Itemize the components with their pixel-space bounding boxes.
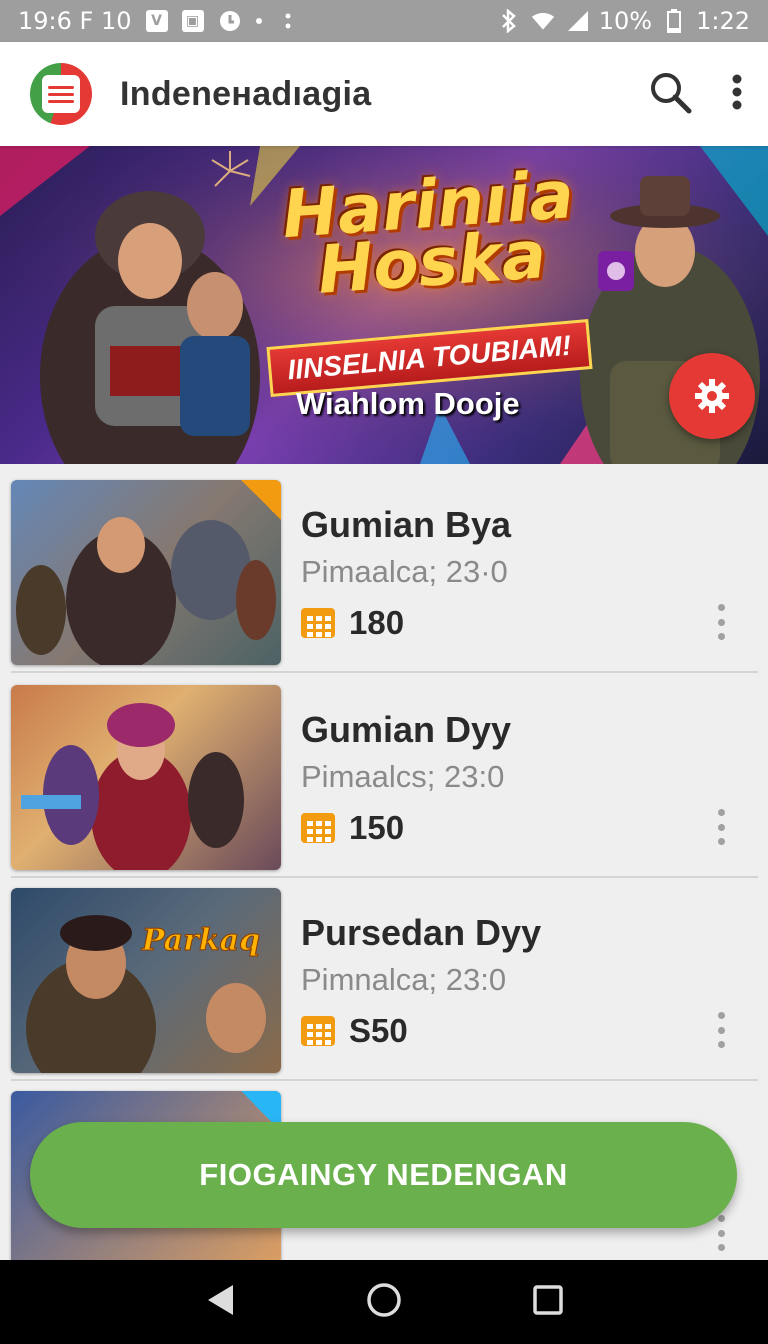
search-icon[interactable] <box>648 70 692 119</box>
item-title: Pursedan Dyy <box>301 912 542 953</box>
app-bar: Indeneнadıagia <box>0 42 768 146</box>
item-subtitle: Pimaalcs; 23:0 <box>301 759 505 794</box>
hero-title: Harinıia Hoska <box>271 156 588 309</box>
more-vert-icon[interactable] <box>732 74 742 115</box>
item-price-value: 180 <box>349 604 405 641</box>
wifi-icon <box>531 9 555 33</box>
hero-banner[interactable]: Harinıia Hoska IINSELNIA TOUBIAM! Wiahlo… <box>0 146 768 464</box>
more-vert-icon[interactable] <box>711 1215 731 1251</box>
primary-action-button[interactable]: FIOGAINGY NEDENGAN <box>30 1122 737 1228</box>
app-logo-icon[interactable] <box>30 63 92 125</box>
item-price: 180 <box>301 604 404 642</box>
list-item[interactable]: Gumian Dyy Pimaalcs; 23:0 150 <box>0 669 768 878</box>
list-item[interactable]: Gumian Bya Pimaalca; 23·0 180 <box>0 464 768 673</box>
recents-icon[interactable] <box>532 1284 563 1320</box>
item-title: Gumian Dyy <box>301 709 512 750</box>
notification-image-icon: ▣ <box>181 10 204 32</box>
item-price-value: S50 <box>349 1012 408 1049</box>
hero-subtitle: Wiahlom Dooje <box>296 386 520 421</box>
item-price-value: 150 <box>349 809 405 846</box>
status-bar: 19:6 F 10 V ▣ 10% 1:22 <box>0 0 768 42</box>
battery-percent: 10% <box>598 7 653 35</box>
notification-dot-icon <box>255 18 262 24</box>
back-icon[interactable] <box>205 1283 235 1322</box>
system-nav-bar <box>0 1260 768 1344</box>
more-vert-icon[interactable] <box>711 809 731 845</box>
item-price: 150 <box>301 809 404 847</box>
notification-circle-icon <box>218 9 242 33</box>
app-title: Indeneнadıagia <box>120 74 372 113</box>
more-vert-icon[interactable] <box>711 1012 731 1048</box>
status-time-left: 19:6 F 10 <box>18 7 132 35</box>
more-vert-icon[interactable] <box>711 604 731 640</box>
item-subtitle: Pimnalca; 23:0 <box>301 962 507 997</box>
signal-icon <box>565 9 589 33</box>
calendar-icon <box>301 1016 335 1046</box>
bluetooth-icon <box>497 9 521 33</box>
calendar-icon <box>301 608 335 638</box>
settings-gear-icon[interactable] <box>669 353 755 439</box>
list-item[interactable]: Parkaq Pursedan Dyy Pimnalca; 23:0 S50 <box>0 872 768 1081</box>
svg-text:Parkaq: Parkaq <box>141 923 260 958</box>
home-icon[interactable] <box>366 1282 402 1323</box>
battery-icon <box>662 9 686 33</box>
item-thumbnail <box>11 685 281 870</box>
item-title: Gumian Bya <box>301 504 512 545</box>
item-thumbnail: Parkaq <box>11 888 281 1073</box>
item-subtitle: Pimaalca; 23·0 <box>301 554 508 589</box>
status-clock: 1:22 <box>696 7 750 35</box>
overflow-notification-icon <box>276 9 300 33</box>
hero-title-line2: Hoska <box>315 216 549 309</box>
calendar-icon <box>301 813 335 843</box>
notification-v-icon: V <box>145 10 168 32</box>
item-thumbnail <box>11 480 281 665</box>
item-price: S50 <box>301 1012 408 1050</box>
